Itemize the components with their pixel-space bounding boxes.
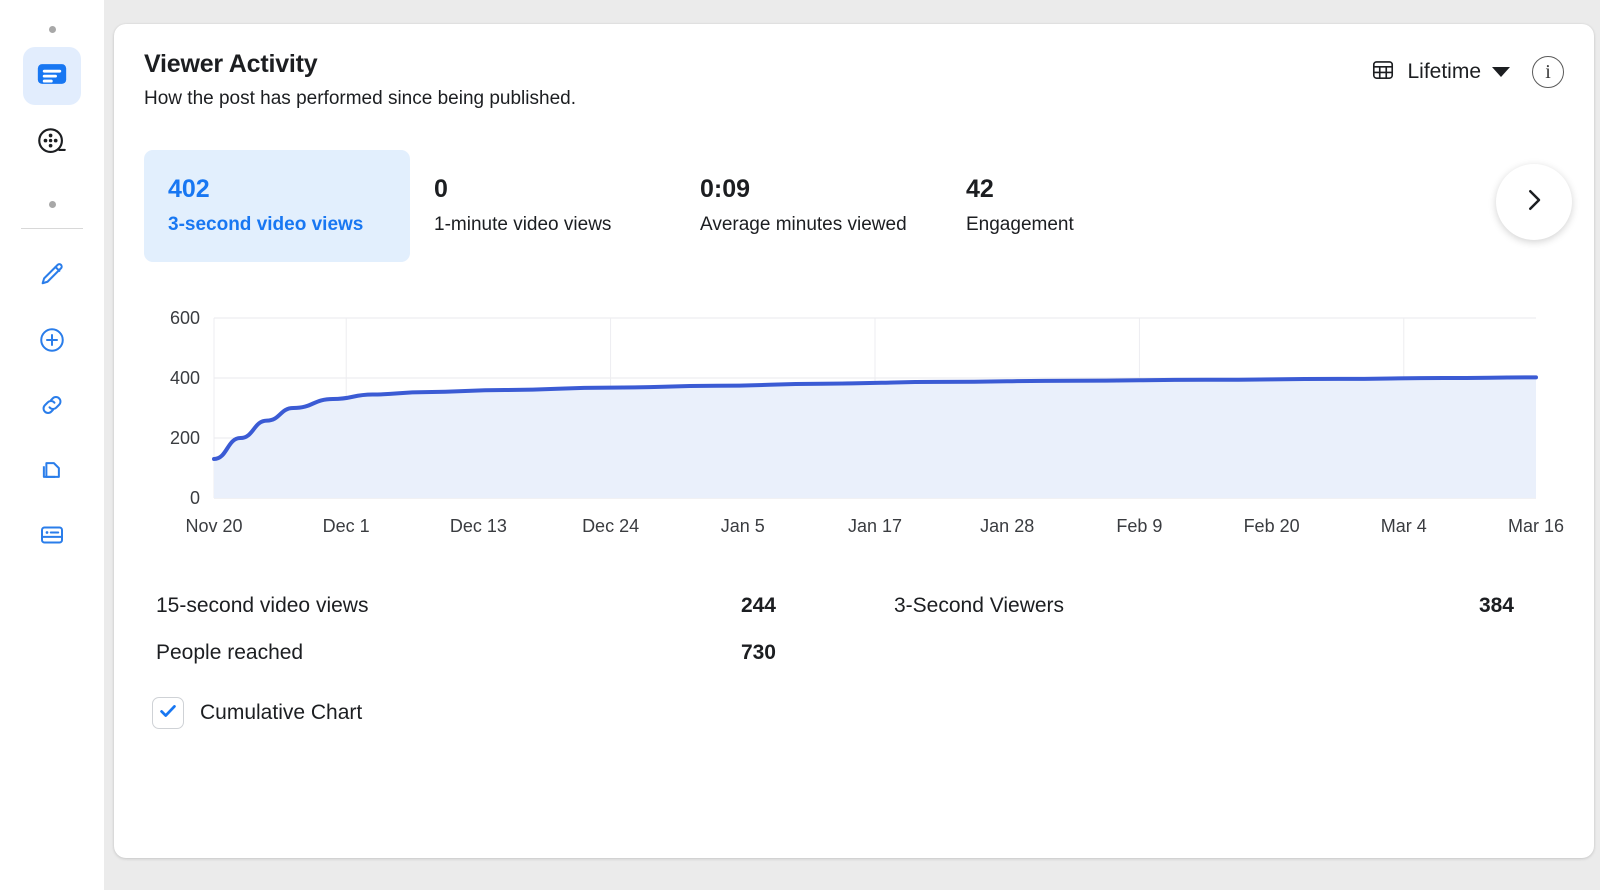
metric-label: 1-minute video views xyxy=(434,214,612,235)
stat-label: 15-second video views xyxy=(156,594,369,617)
chevron-right-icon xyxy=(1519,185,1549,220)
x-axis-tick-label: Nov 20 xyxy=(185,516,242,536)
viewer-activity-chart: 0 200 400 600 Nov 20 Dec 1 Dec 13 Dec 24 Jan 5 Ja… xyxy=(144,306,1564,546)
check-icon xyxy=(157,700,179,727)
y-axis-tick-label: 600 xyxy=(170,308,200,328)
x-axis-tick-label: Mar 16 xyxy=(1508,516,1564,536)
y-axis-tick-label: 200 xyxy=(170,428,200,448)
stats-table: 15-second video views 244 3-Second Viewe… xyxy=(144,594,1564,665)
app-root: Viewer Activity How the post has perform… xyxy=(0,0,1600,890)
metric-value: 0:09 xyxy=(700,175,751,203)
card-header: Viewer Activity How the post has perform… xyxy=(144,50,1564,110)
metric-tile-3-second-video-views[interactable]: 402 3-second video views xyxy=(144,150,410,262)
sidebar-tool-card[interactable] xyxy=(24,509,80,565)
left-sidebar xyxy=(0,0,104,890)
link-icon xyxy=(37,390,67,425)
y-axis-tick-label: 0 xyxy=(190,488,200,508)
table-row: 15-second video views 244 3-Second Viewe… xyxy=(156,594,1552,618)
cumulative-label: Cumulative Chart xyxy=(200,701,363,724)
stat-people-reached: People reached 730 xyxy=(156,641,776,665)
post-insights-icon xyxy=(35,57,69,96)
metric-tile-engagement[interactable]: 42 Engagement xyxy=(942,150,1208,262)
y-axis-tick-label: 400 xyxy=(170,368,200,388)
metric-label: Average minutes viewed xyxy=(700,214,907,235)
stat-value: 730 xyxy=(740,641,776,664)
stat-label: 3-Second Viewers xyxy=(894,594,1065,617)
main-stage: Viewer Activity How the post has perform… xyxy=(104,0,1600,890)
stat-empty xyxy=(894,641,1514,665)
metric-value: 0 xyxy=(434,175,448,203)
x-axis-tick-label: Feb 9 xyxy=(1116,516,1162,536)
stat-15-second-video-views: 15-second video views 244 xyxy=(156,594,776,618)
sidebar-tool-duplicate[interactable] xyxy=(24,444,80,500)
metric-value: 402 xyxy=(168,175,210,203)
chart-area-fill xyxy=(214,377,1536,498)
sidebar-top-dot xyxy=(48,26,56,33)
viewer-activity-card: Viewer Activity How the post has perform… xyxy=(114,24,1594,858)
copy-icon xyxy=(37,455,67,490)
cumulative-checkbox[interactable] xyxy=(152,697,184,729)
metric-label: 3-second video views xyxy=(168,214,364,235)
metrics-next-button[interactable] xyxy=(1496,164,1572,240)
header-controls: Lifetime i xyxy=(1370,50,1564,88)
stat-value: 384 xyxy=(1478,594,1514,617)
x-axis-tick-label: Mar 4 xyxy=(1381,516,1427,536)
card-icon xyxy=(37,520,67,555)
calendar-grid-icon xyxy=(1370,57,1396,88)
metric-value: 42 xyxy=(966,175,994,203)
x-axis-tick-label: Dec 24 xyxy=(582,516,639,536)
metric-tile-average-minutes-viewed[interactable]: 0:09 Average minutes viewed xyxy=(676,150,942,262)
x-axis-tick-label: Dec 1 xyxy=(323,516,370,536)
stat-value: 244 xyxy=(740,594,776,617)
pencil-icon xyxy=(37,260,67,295)
metric-label: Engagement xyxy=(966,214,1074,235)
header-text-group: Viewer Activity How the post has perform… xyxy=(144,50,576,110)
sidebar-item-video[interactable] xyxy=(23,115,81,173)
sidebar-divider xyxy=(21,228,83,229)
chevron-down-icon xyxy=(1492,67,1510,77)
metric-tiles: 402 3-second video views 0 1-minute vide… xyxy=(144,150,1572,262)
date-range-selector[interactable]: Lifetime xyxy=(1370,57,1510,88)
film-reel-icon xyxy=(35,125,69,164)
page-title: Viewer Activity xyxy=(144,50,318,78)
info-icon[interactable]: i xyxy=(1532,56,1564,88)
x-axis-tick-label: Dec 13 xyxy=(450,516,507,536)
cumulative-chart-toggle[interactable]: Cumulative Chart xyxy=(144,697,1564,729)
chart-canvas: 0 200 400 600 Nov 20 Dec 1 Dec 13 Dec 24 Jan 5 Ja… xyxy=(170,308,1564,536)
table-row: People reached 730 xyxy=(156,641,1552,665)
sidebar-item-post-insights[interactable] xyxy=(23,47,81,105)
sidebar-tool-edit[interactable] xyxy=(24,249,80,305)
sidebar-tool-add[interactable] xyxy=(24,314,80,370)
x-axis-tick-label: Feb 20 xyxy=(1244,516,1300,536)
page-subtitle: How the post has performed since being p… xyxy=(144,88,576,109)
x-axis-tick-label: Jan 28 xyxy=(980,516,1034,536)
sidebar-tool-link[interactable] xyxy=(24,379,80,435)
plus-circle-icon xyxy=(37,325,67,360)
metric-tile-1-minute-video-views[interactable]: 0 1-minute video views xyxy=(410,150,676,262)
stat-3-second-viewers: 3-Second Viewers 384 xyxy=(894,594,1514,618)
x-axis-tick-label: Jan 17 xyxy=(848,516,902,536)
stat-label: People reached xyxy=(156,641,304,664)
sidebar-mid-dot xyxy=(48,201,56,208)
x-axis-tick-label: Jan 5 xyxy=(721,516,765,536)
date-range-label: Lifetime xyxy=(1407,60,1481,83)
